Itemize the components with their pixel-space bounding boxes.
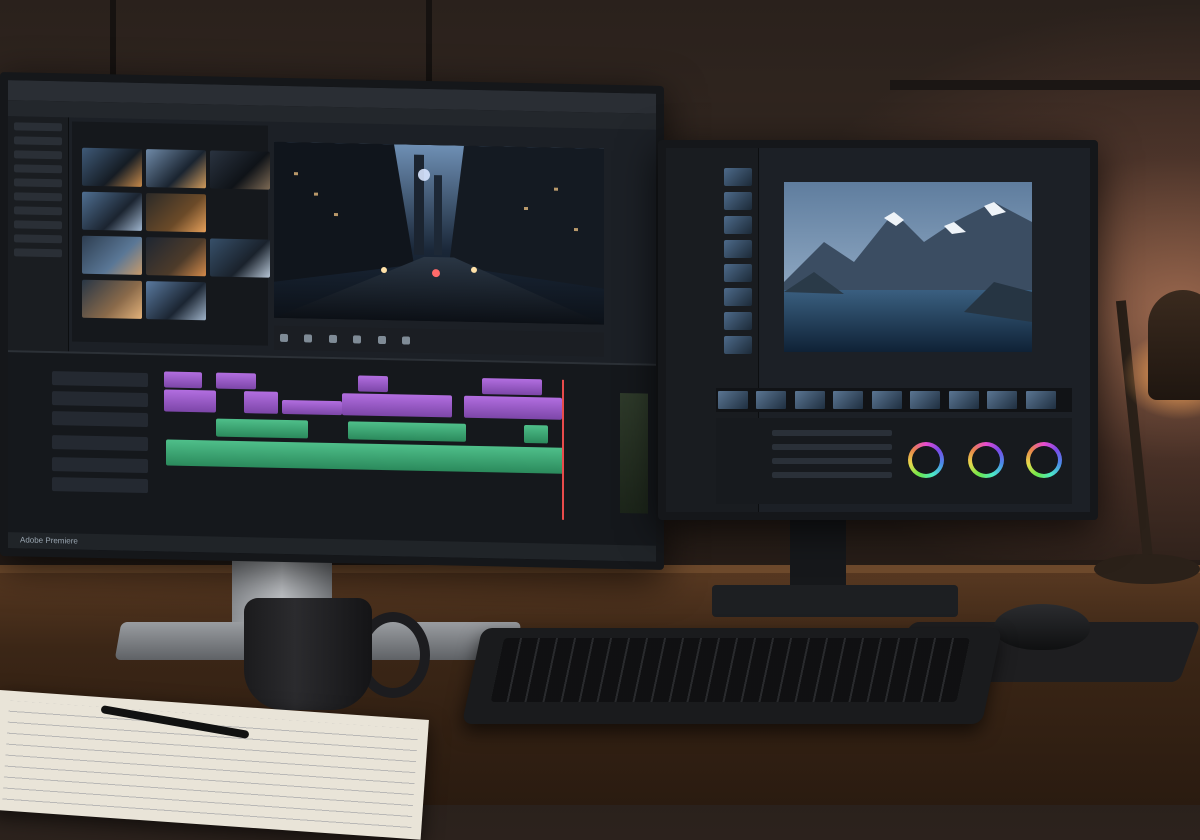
playhead[interactable] <box>562 379 564 520</box>
project-item[interactable] <box>14 248 62 258</box>
curve-parameter[interactable] <box>772 430 892 436</box>
audio-waveform-clip[interactable] <box>166 439 564 474</box>
track-header-v3[interactable] <box>52 371 148 388</box>
filmstrip-clip[interactable] <box>871 391 902 409</box>
stop-icon[interactable] <box>328 334 337 344</box>
pool-thumbnail[interactable] <box>724 168 752 186</box>
left-monitor: Adobe Premiere <box>0 72 664 570</box>
project-item[interactable] <box>14 220 62 230</box>
project-item[interactable] <box>14 150 62 160</box>
project-item[interactable] <box>14 164 62 174</box>
wall-shelf <box>890 0 1200 90</box>
project-panel <box>8 116 69 378</box>
color-wheels-panel <box>716 418 1072 504</box>
media-bin <box>72 121 270 346</box>
left-screen: Adobe Premiere <box>8 80 656 562</box>
pool-thumbnail[interactable] <box>724 192 752 210</box>
lift-color-wheel-icon[interactable] <box>908 442 944 478</box>
keyboard[interactable] <box>461 628 1003 724</box>
pool-thumbnail[interactable] <box>724 240 752 258</box>
transport-controls <box>274 325 604 357</box>
track-header-a1[interactable] <box>52 435 148 452</box>
curve-parameter[interactable] <box>772 472 892 478</box>
media-thumbnail[interactable] <box>210 150 270 190</box>
media-thumbnail[interactable] <box>82 235 142 275</box>
track-header-a2[interactable] <box>52 457 148 474</box>
handwritten-notes <box>2 700 419 830</box>
loop-icon[interactable] <box>377 335 386 345</box>
filmstrip-clip[interactable] <box>1025 391 1056 409</box>
mouse[interactable] <box>994 604 1090 650</box>
audio-clip[interactable] <box>216 418 308 439</box>
filmstrip-clip[interactable] <box>987 391 1018 409</box>
right-screen <box>666 148 1090 512</box>
filmstrip-clip[interactable] <box>833 391 864 409</box>
timeline-panel <box>8 350 656 562</box>
clip-filmstrip <box>716 388 1072 438</box>
media-thumbnail[interactable] <box>146 149 206 189</box>
video-clip[interactable] <box>282 399 342 416</box>
desk-lamp-head <box>1148 290 1200 400</box>
media-thumbnail[interactable] <box>146 281 206 321</box>
step-back-icon[interactable] <box>280 333 288 343</box>
project-item[interactable] <box>14 192 62 202</box>
mountain-lake-frame <box>784 182 1032 352</box>
gain-color-wheel-icon[interactable] <box>1026 442 1062 478</box>
filmstrip-clip[interactable] <box>910 391 941 409</box>
project-item[interactable] <box>14 178 62 188</box>
media-thumbnail[interactable] <box>210 238 270 278</box>
track-header-v1[interactable] <box>52 411 148 428</box>
media-thumbnail[interactable] <box>82 279 142 319</box>
status-text: Adobe Premiere <box>20 535 78 546</box>
marker-icon[interactable] <box>402 336 411 345</box>
pool-thumbnail[interactable] <box>724 312 752 330</box>
video-clip[interactable] <box>244 391 278 414</box>
filmstrip-clip[interactable] <box>718 391 748 409</box>
pool-thumbnail[interactable] <box>724 336 752 354</box>
color-viewer[interactable] <box>784 182 1032 352</box>
video-clip[interactable] <box>216 372 256 390</box>
pool-thumbnail[interactable] <box>724 288 752 306</box>
video-clip[interactable] <box>164 371 202 389</box>
city-street-frame <box>274 141 604 325</box>
pool-thumbnail[interactable] <box>724 216 752 234</box>
video-clip[interactable] <box>464 395 562 420</box>
curve-parameter[interactable] <box>772 458 892 464</box>
desk-lamp-base <box>1094 554 1200 584</box>
project-item[interactable] <box>14 136 62 146</box>
filmstrip-clip[interactable] <box>794 391 825 409</box>
right-monitor-base <box>712 585 958 617</box>
project-item[interactable] <box>14 206 62 216</box>
audio-clip[interactable] <box>524 424 548 444</box>
track-header-a3[interactable] <box>52 477 148 494</box>
gamma-color-wheel-icon[interactable] <box>968 442 1004 478</box>
media-thumbnail[interactable] <box>82 191 142 231</box>
video-clip[interactable] <box>482 378 542 396</box>
project-item[interactable] <box>14 234 62 244</box>
filmstrip-clip[interactable] <box>756 391 787 409</box>
coffee-mug <box>244 598 372 710</box>
track-header-v2[interactable] <box>52 391 148 408</box>
keyboard-keys[interactable] <box>490 638 971 702</box>
play-icon[interactable] <box>304 334 313 343</box>
audio-meter <box>620 392 648 514</box>
video-clip[interactable] <box>164 389 216 413</box>
audio-clip[interactable] <box>348 421 466 442</box>
right-monitor <box>658 140 1098 520</box>
video-clip[interactable] <box>342 393 452 418</box>
video-clip[interactable] <box>358 375 388 393</box>
pool-thumbnail[interactable] <box>724 264 752 282</box>
media-thumbnail[interactable] <box>146 193 206 233</box>
filmstrip-clip[interactable] <box>948 391 979 409</box>
media-thumbnail[interactable] <box>146 237 206 277</box>
media-thumbnail[interactable] <box>82 147 142 187</box>
curve-parameter[interactable] <box>772 444 892 450</box>
step-forward-icon[interactable] <box>353 335 362 344</box>
program-monitor[interactable] <box>274 141 604 325</box>
project-item[interactable] <box>14 122 62 132</box>
